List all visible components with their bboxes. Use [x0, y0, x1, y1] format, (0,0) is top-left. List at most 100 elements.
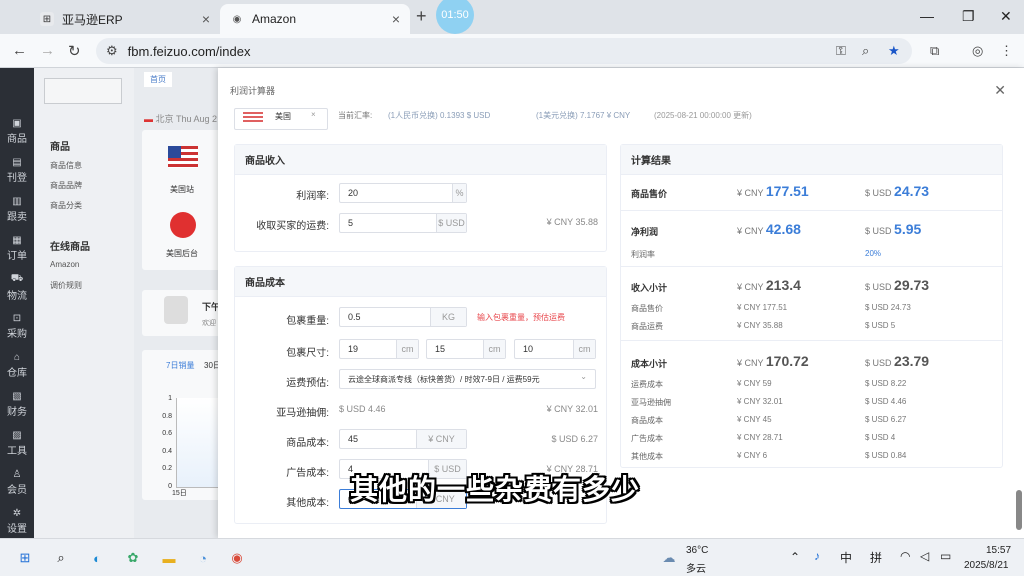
income-cny-value: 213.4: [765, 277, 801, 293]
height-input[interactable]: 10 cm: [514, 339, 596, 359]
extensions-icon[interactable]: ⧉: [930, 43, 939, 59]
tab-erp[interactable]: ⊞ 亚马逊ERP ×: [30, 4, 220, 34]
clock-time[interactable]: 15:57: [986, 545, 1011, 556]
cloud-icon: ☁: [662, 550, 676, 565]
sidebar-item-warehouse[interactable]: ⌂ 仓库: [0, 346, 34, 385]
ime-lang[interactable]: 中: [840, 549, 852, 566]
sidebar-item-listing[interactable]: ▤ 刊登: [0, 151, 34, 190]
close-window-icon[interactable]: ✕: [1000, 8, 1012, 25]
restore-icon[interactable]: ❐: [962, 8, 975, 25]
submenu-group-online: 在线商品: [50, 242, 90, 253]
erp-favicon-icon: ⊞: [40, 12, 54, 26]
profile-icon[interactable]: ◎: [972, 43, 983, 59]
ime-mode[interactable]: 拼: [870, 549, 882, 566]
zoom-icon[interactable]: ⌕: [862, 43, 869, 59]
wifi-icon[interactable]: ◠: [900, 549, 910, 563]
us-flag-icon: [168, 146, 198, 168]
volume-icon[interactable]: ◁: [920, 549, 929, 563]
clock-date[interactable]: 2025/8/21: [964, 560, 1009, 571]
tab-close-icon[interactable]: ×: [392, 11, 400, 27]
panel-scrollbar[interactable]: [1016, 490, 1022, 530]
close-icon[interactable]: ✕: [994, 82, 1006, 99]
sidebar-item-follow[interactable]: ▥ 跟卖: [0, 190, 34, 229]
submenu-item[interactable]: 调价规则: [50, 280, 82, 291]
result-cost-row: 成本小计 ¥ CNY 170.72 $ USD 23.79 运费成本 ¥ CNY…: [631, 353, 930, 461]
new-tab-icon[interactable]: +: [416, 6, 427, 27]
sidebar-item-settings[interactable]: ✲ 设置: [0, 502, 34, 541]
recorder-icon[interactable]: ◔: [192, 547, 214, 569]
shipping-estimate-select[interactable]: 云途全球商派专线（标快普货）/ 时效7-9日 / 运费59元 ⌄: [339, 369, 596, 389]
cost-cny-value: 170.72: [765, 353, 809, 369]
income-section: 商品收入 利润率: 20 % 收取买家的运费: 5 $ USD ¥ CNY 35…: [234, 144, 607, 252]
margin-input[interactable]: 20 %: [339, 183, 467, 203]
forward-icon[interactable]: →: [40, 42, 55, 59]
bookmark-star-icon[interactable]: ★: [888, 43, 900, 59]
app-sidebar: ▣ 商品 ▤ 刊登 ▥ 跟卖 ▦ 订单 ⛟ 物流 ⊡ 采购 ⌂ 仓库 ▧ 财务 ▨ 工具 ♙ 会员 …: [0, 68, 34, 538]
site-info-icon[interactable]: ⚙: [106, 43, 118, 59]
width-input[interactable]: 15 cm: [426, 339, 506, 359]
sidebar-item-finance[interactable]: ▧ 财务: [0, 385, 34, 424]
clear-icon[interactable]: ×: [311, 110, 316, 119]
tab-close-icon[interactable]: ×: [202, 11, 210, 27]
microphone-icon[interactable]: ♪: [814, 549, 820, 563]
site-us-label[interactable]: 美国站: [142, 184, 222, 195]
tab-amazon[interactable]: ◉ Amazon ×: [220, 4, 410, 34]
length-input[interactable]: 19 cm: [339, 339, 419, 359]
url-field[interactable]: ⚙ fbm.feizuo.com/index: [96, 38, 912, 64]
date-text: ▬ 北京 Thu Aug 2: [144, 114, 218, 124]
address-bar: ← → ↻ ⚙ fbm.feizuo.com/index ⚿ ⌕ ★ ⧉ ◎ ⋮: [0, 34, 1024, 68]
profit-cny-value: 42.68: [765, 221, 801, 237]
weight-input[interactable]: 0.5 KG: [339, 307, 467, 327]
chrome-icon[interactable]: ◉: [226, 547, 248, 569]
menu-icon[interactable]: ⋮: [1000, 43, 1013, 59]
profit-usd-value: 5.95: [894, 221, 922, 237]
site-backend-label[interactable]: 美国后台: [142, 248, 222, 259]
logo-placeholder: [44, 78, 122, 104]
weight-hint: 输入包裹重量，预估运费: [477, 313, 565, 322]
submenu-item[interactable]: 商品信息: [50, 160, 82, 171]
shipping-label: 收取买家的运费:: [256, 221, 329, 232]
tray-chevron-up-icon[interactable]: ⌃: [790, 550, 800, 564]
tab-erp-title: 亚马逊ERP: [62, 12, 123, 27]
weather-temp: 36°C: [686, 545, 709, 556]
battery-icon[interactable]: ▭: [940, 549, 951, 563]
app-icon[interactable]: ✿: [122, 547, 144, 569]
folder-icon[interactable]: ▬: [158, 547, 180, 569]
search-icon[interactable]: ⌕: [50, 547, 72, 569]
tools-icon: ▨: [12, 430, 22, 441]
url-text: fbm.feizuo.com/index: [127, 43, 251, 59]
sidebar-item-tools[interactable]: ▨ 工具: [0, 424, 34, 463]
location-pin-icon: [170, 212, 196, 238]
listing-icon: ▤: [12, 157, 22, 168]
sidebar-item-orders[interactable]: ▦ 订单: [0, 229, 34, 268]
buyer-shipping-input[interactable]: 5 $ USD: [339, 213, 467, 233]
country-select[interactable]: 美国 ×: [234, 108, 328, 130]
avatar: [164, 296, 188, 324]
chevron-down-icon: ⌄: [580, 372, 587, 381]
price-usd-value: 24.73: [894, 183, 930, 199]
key-icon[interactable]: ⚿: [836, 43, 846, 59]
home-tab[interactable]: 首页: [144, 72, 172, 87]
sidebar-item-member[interactable]: ♙ 会员: [0, 463, 34, 502]
edge-icon[interactable]: ◐: [86, 547, 108, 569]
income-header: 商品收入: [235, 145, 606, 175]
orders-icon: ▦: [12, 235, 22, 246]
back-icon[interactable]: ←: [12, 42, 27, 59]
submenu-group-goods: 商品: [50, 142, 70, 153]
result-price-row: 商品售价 ¥ CNY 177.51 $ USD 24.73: [621, 175, 1003, 211]
sidebar-item-logistics[interactable]: ⛟ 物流: [0, 268, 34, 307]
minimize-icon[interactable]: —: [920, 8, 934, 24]
reload-icon[interactable]: ↻: [68, 42, 81, 60]
results-section: 计算结果 商品售价 ¥ CNY 177.51 $ USD 24.73 净利润 ¥…: [620, 144, 1003, 468]
goods-icon: ▣: [12, 118, 22, 129]
submenu-item[interactable]: 商品分类: [50, 200, 82, 211]
sidebar-item-purchase[interactable]: ⊡ 采购: [0, 307, 34, 346]
submenu-item[interactable]: 商品品牌: [50, 180, 82, 191]
warehouse-icon: ⌂: [13, 352, 21, 363]
sidebar-item-goods[interactable]: ▣ 商品: [0, 112, 34, 151]
windows-start-icon[interactable]: ⊞: [14, 547, 36, 569]
finance-icon: ▧: [12, 391, 22, 402]
follow-icon: ▥: [12, 196, 22, 207]
product-cost-input[interactable]: 45 ¥ CNY: [339, 429, 467, 449]
submenu-item[interactable]: Amazon: [50, 260, 79, 269]
